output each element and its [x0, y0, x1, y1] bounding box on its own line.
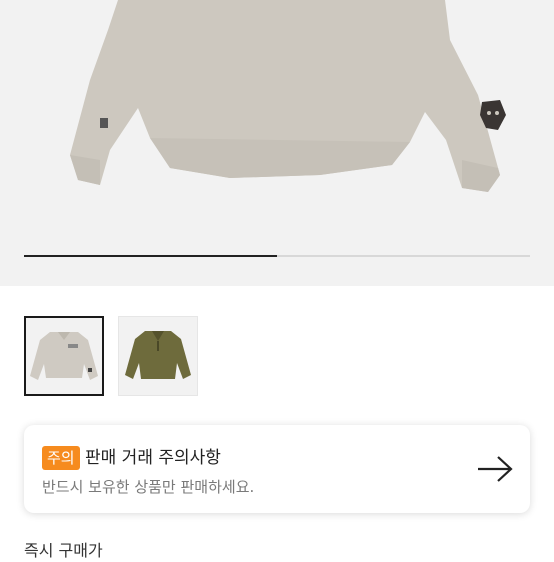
- product-image-gallery[interactable]: [0, 0, 554, 286]
- product-image: [70, 0, 506, 192]
- thumbnail-1[interactable]: [24, 316, 104, 396]
- arrow-right-icon[interactable]: [476, 455, 514, 483]
- thumbnail-2[interactable]: [118, 316, 198, 396]
- sale-notice-card[interactable]: 주의 판매 거래 주의사항 반드시 보유한 상품만 판매하세요.: [24, 425, 530, 513]
- sweatshirt-thumbnail-image: [125, 331, 191, 379]
- notice-description: 반드시 보유한 상품만 판매하세요.: [42, 478, 255, 496]
- notice-title: 판매 거래 주의사항: [85, 448, 221, 468]
- gallery-progress-fill: [24, 255, 277, 257]
- notice-badge: 주의: [42, 446, 80, 470]
- instant-buy-price-label: 즉시 구매가: [24, 541, 103, 560]
- sweatshirt-thumbnail-image: [30, 332, 98, 380]
- gallery-progress-bar: [24, 255, 530, 257]
